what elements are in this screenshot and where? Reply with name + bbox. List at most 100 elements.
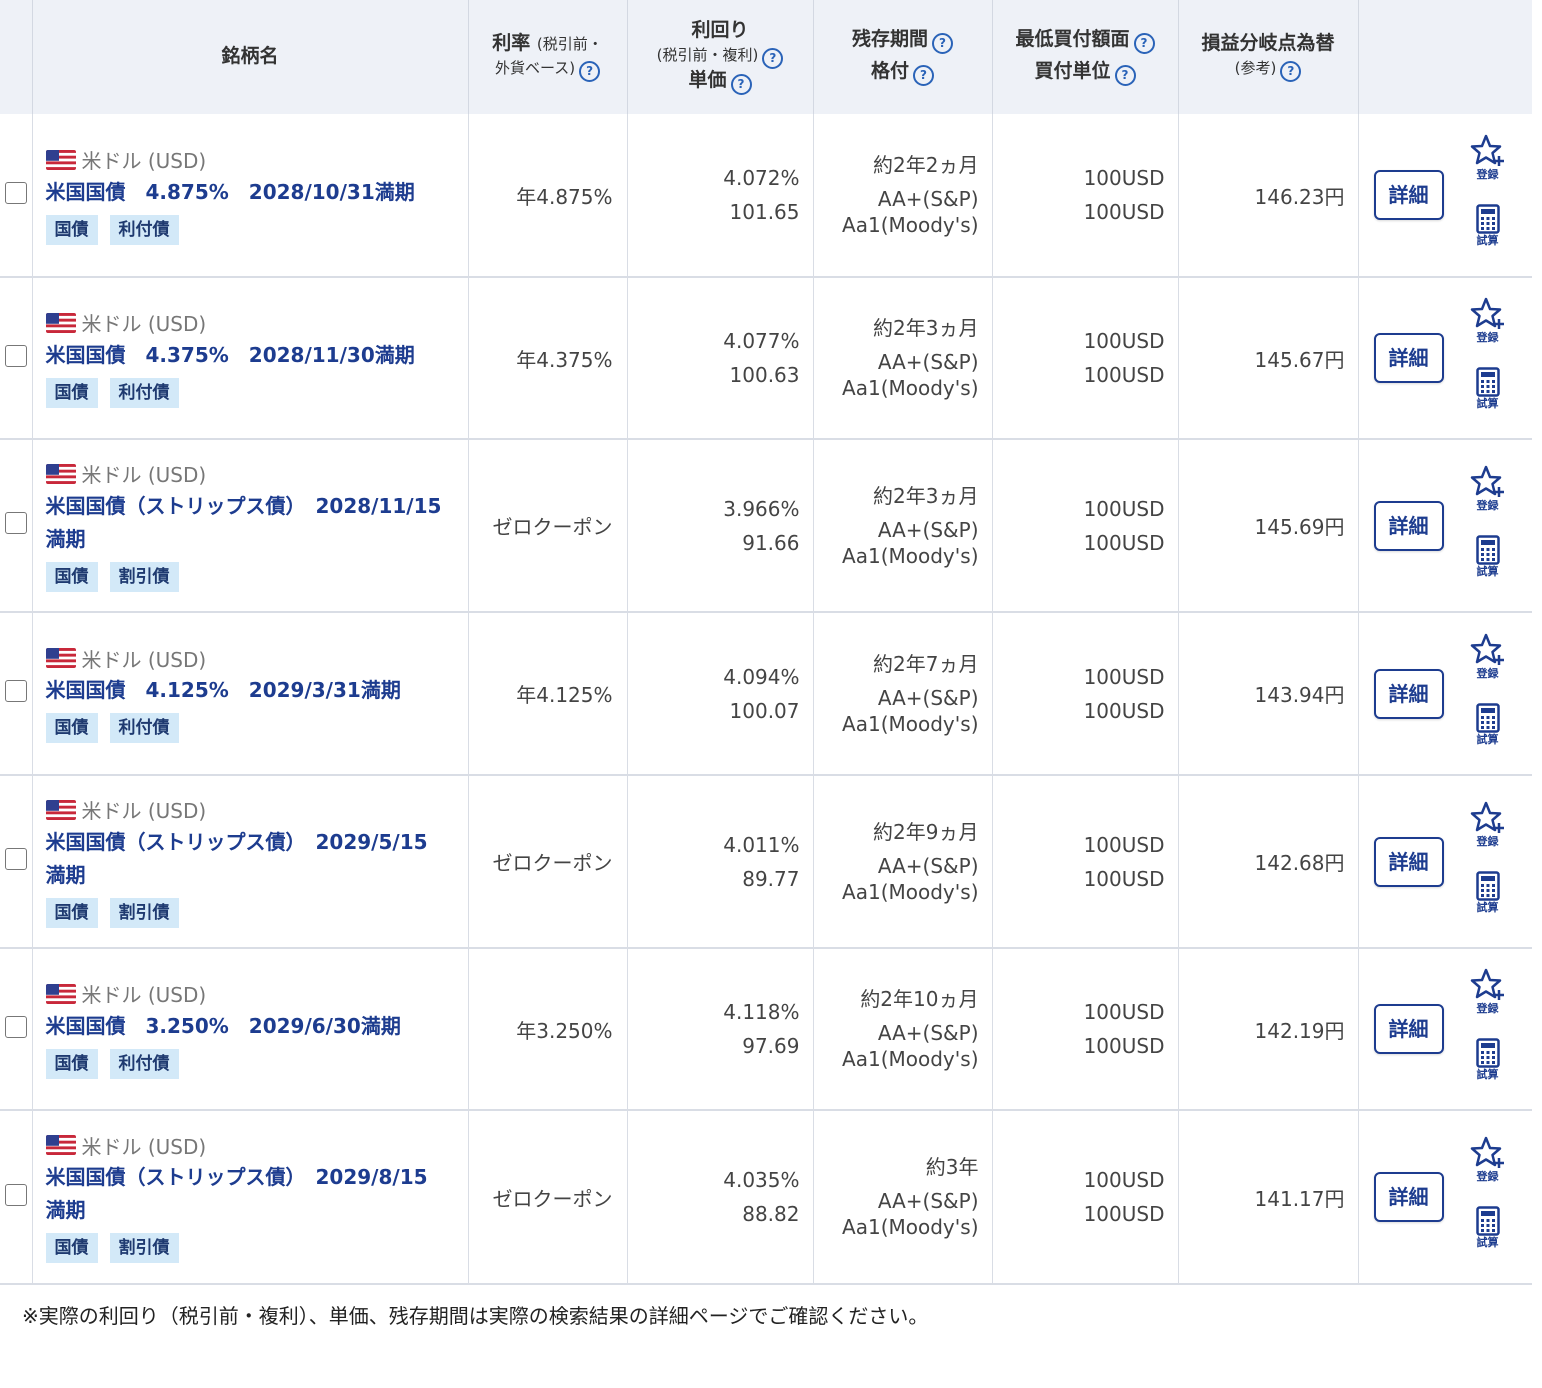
currency-line: 米ドル (USD) — [45, 980, 468, 1008]
detail-button[interactable]: 詳細 — [1373, 1172, 1444, 1222]
help-icon[interactable]: ? — [1114, 65, 1136, 86]
us-flag-icon — [45, 149, 76, 170]
rate-value: 年4.875% — [516, 184, 613, 209]
help-icon[interactable]: ? — [762, 47, 784, 69]
header-name-label: 銘柄名 — [221, 45, 279, 68]
unit-value: 100USD — [1083, 866, 1165, 891]
breakeven-cell: 142.19円 — [1178, 948, 1359, 1110]
row-select-cell — [0, 1110, 33, 1284]
rating-moodys: Aa1(Moody's) — [842, 376, 979, 400]
term-value: 約2年2ヵ月 — [873, 153, 979, 177]
bond-name-link[interactable]: 米国国債 4.125% 2029/3/31満期 — [46, 674, 468, 707]
table-row: 米ドル (USD) 米国国債（ストリップス債） 2029/5/15 満期 国債 … — [0, 775, 1532, 948]
term-cell: 約2年2ヵ月 AA+(S&P) Aa1(Moody's) — [813, 114, 993, 277]
help-icon[interactable]: ? — [1133, 33, 1155, 54]
calculator-icon — [1475, 1206, 1500, 1236]
breakeven-value: 142.68円 — [1254, 851, 1345, 875]
header-unit-label: 買付単位 — [1034, 60, 1111, 82]
detail-button[interactable]: 詳細 — [1373, 837, 1444, 887]
row-checkbox[interactable] — [4, 1183, 27, 1206]
help-icon[interactable]: ? — [579, 60, 601, 82]
currency-line: 米ドル (USD) — [45, 146, 468, 174]
tag-badge: 割引債 — [109, 561, 179, 592]
table-row: 米ドル (USD) 米国国債 3.250% 2029/6/30満期 国債 利付債… — [0, 948, 1532, 1110]
tag-list: 国債 利付債 — [45, 1048, 468, 1079]
calc-button[interactable]: 試算 — [1469, 703, 1507, 746]
bond-name-link[interactable]: 米国国債（ストリップス債） 2028/11/15 満期 — [46, 490, 468, 556]
calc-button[interactable]: 試算 — [1469, 1206, 1507, 1249]
register-button[interactable]: 登録 — [1469, 134, 1507, 181]
rating-sp: AA+(S&P) — [877, 853, 979, 878]
us-flag-icon — [45, 799, 76, 820]
help-icon[interactable]: ? — [1280, 60, 1302, 82]
detail-button[interactable]: 詳細 — [1373, 170, 1444, 220]
tag-list: 国債 割引債 — [45, 1233, 468, 1263]
register-button[interactable]: 登録 — [1469, 465, 1507, 512]
calculator-icon — [1475, 535, 1500, 565]
bond-name-link[interactable]: 米国国債（ストリップス債） 2029/5/15 満期 — [46, 826, 468, 892]
register-button[interactable]: 登録 — [1469, 968, 1507, 1015]
bond-name-link[interactable]: 米国国債（ストリップス債） 2029/8/15 満期 — [46, 1161, 468, 1227]
bond-name-link[interactable]: 米国国債 3.250% 2029/6/30満期 — [46, 1010, 468, 1043]
detail-button[interactable]: 詳細 — [1373, 333, 1444, 383]
calc-button[interactable]: 試算 — [1469, 535, 1507, 578]
actions-cell: 詳細 登録 試算 — [1358, 775, 1532, 948]
currency-line: 米ドル (USD) — [45, 309, 468, 337]
yield-value: 4.094% — [723, 664, 800, 689]
help-icon[interactable]: ? — [913, 65, 934, 86]
rate-cell: 年3.250% — [468, 948, 628, 1110]
bond-name-link[interactable]: 米国国債 4.375% 2028/11/30満期 — [46, 339, 468, 372]
calc-button[interactable]: 試算 — [1469, 204, 1507, 247]
min-cell: 100USD 100USD — [992, 775, 1179, 948]
header-yield: 利回り (税引前・複利)? 単価? — [627, 0, 814, 114]
register-button[interactable]: 登録 — [1469, 801, 1507, 848]
footnote: ※実際の利回り（税引前・複利）、単価、残存期間は実際の検索結果の詳細ページでご確… — [22, 1304, 929, 1328]
help-icon[interactable]: ? — [730, 73, 752, 95]
bond-name-link[interactable]: 米国国債 4.875% 2028/10/31満期 — [46, 176, 468, 209]
calc-button[interactable]: 試算 — [1469, 367, 1507, 410]
currency-label: 米ドル (USD) — [81, 1134, 207, 1159]
register-button[interactable]: 登録 — [1469, 297, 1507, 344]
detail-button[interactable]: 詳細 — [1373, 501, 1444, 551]
tag-badge: 国債 — [45, 897, 98, 928]
header-name: 銘柄名 — [32, 0, 469, 114]
yield-value: 4.035% — [723, 1168, 800, 1192]
header-breakeven-sub: (参考) — [1234, 58, 1277, 77]
register-button[interactable]: 登録 — [1469, 1136, 1507, 1183]
row-checkbox[interactable] — [4, 181, 27, 204]
yield-cell: 4.077% 100.63 — [627, 277, 814, 439]
register-label: 登録 — [1476, 835, 1499, 848]
unit-value: 100USD — [1083, 200, 1165, 224]
row-checkbox[interactable] — [4, 344, 27, 367]
header-breakeven: 損益分岐点為替 (参考)? — [1178, 0, 1359, 114]
detail-button[interactable]: 詳細 — [1373, 1004, 1444, 1054]
help-icon[interactable]: ? — [932, 33, 953, 54]
header-term-label: 残存期間 — [851, 28, 928, 50]
price-value: 88.82 — [742, 1202, 800, 1226]
bond-name-cell: 米ドル (USD) 米国国債（ストリップス債） 2028/11/15 満期 国債… — [32, 439, 469, 612]
calc-button[interactable]: 試算 — [1469, 1038, 1507, 1081]
us-flag-icon — [45, 983, 76, 1004]
us-flag-icon — [45, 312, 76, 333]
yield-cell: 4.072% 101.65 — [627, 114, 814, 277]
row-checkbox[interactable] — [4, 680, 27, 702]
tag-badge: 利付債 — [109, 214, 179, 245]
term-cell: 約2年3ヵ月 AA+(S&P) Aa1(Moody's) — [813, 439, 993, 612]
row-checkbox[interactable] — [4, 848, 27, 870]
breakeven-value: 141.17円 — [1254, 1186, 1345, 1211]
row-checkbox[interactable] — [4, 512, 27, 534]
tag-list: 国債 利付債 — [45, 214, 468, 245]
rating-sp: AA+(S&P) — [877, 1021, 979, 1045]
breakeven-cell: 143.94円 — [1178, 612, 1359, 775]
header-min: 最低買付額面? 買付単位? — [992, 0, 1179, 114]
detail-button[interactable]: 詳細 — [1373, 669, 1444, 719]
tag-badge: 利付債 — [109, 377, 179, 408]
tag-badge: 国債 — [45, 713, 98, 743]
register-button[interactable]: 登録 — [1469, 633, 1507, 680]
table-header-row: 銘柄名 利率 (税引前・ 外貨ベース)? 利回り (税引前・複利)? 単価? 残… — [0, 0, 1532, 114]
calc-button[interactable]: 試算 — [1469, 871, 1507, 914]
star-plus-icon — [1470, 801, 1504, 833]
row-checkbox[interactable] — [4, 1015, 27, 1038]
header-yield-label: 利回り — [691, 19, 749, 42]
breakeven-cell: 145.67円 — [1178, 277, 1359, 439]
